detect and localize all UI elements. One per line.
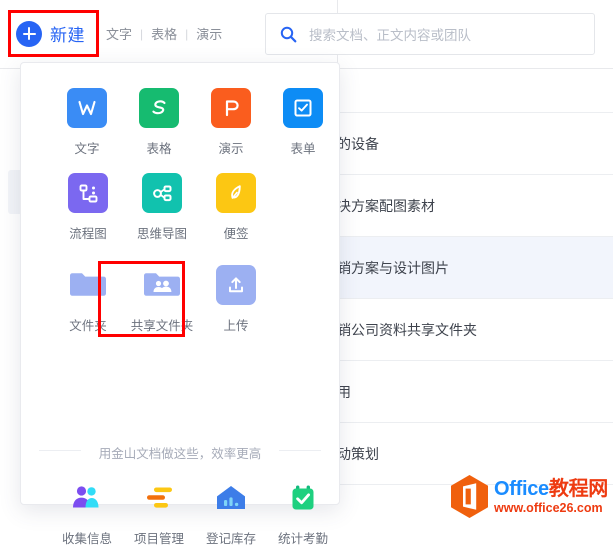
- spreadsheet-icon: [139, 88, 179, 128]
- create-shared-folder-label: 共享文件夹: [131, 315, 194, 334]
- watermark-title-en: Office: [494, 478, 549, 500]
- upload-icon: [216, 265, 256, 305]
- search-icon: [280, 26, 297, 43]
- presentation-icon: [211, 88, 251, 128]
- create-form[interactable]: 表单: [267, 88, 339, 157]
- search-placeholder: 搜索文档、正文内容或团队: [309, 24, 471, 44]
- panel-row-diagrams: 流程图 思维导图 便签: [21, 173, 339, 242]
- watermark-title: Office教程网: [494, 479, 608, 499]
- project-management-icon: [139, 478, 179, 518]
- folder-icon: [68, 265, 108, 305]
- create-folder-label: 文件夹: [69, 315, 107, 334]
- create-mindmap-label: 思维导图: [137, 223, 187, 242]
- new-item-dropdown-panel: 文字 表格 演示: [20, 62, 340, 505]
- create-flowchart-label: 流程图: [69, 223, 107, 242]
- template-inventory[interactable]: 登记库存: [195, 478, 267, 547]
- list-item[interactable]: 的设备: [337, 113, 613, 175]
- create-sticky-note[interactable]: 便签: [199, 173, 273, 242]
- document-list: 的设备 决方案配图素材 销方案与设计图片 销公司资料共享文件夹 用 动策划: [337, 69, 613, 521]
- collect-info-icon: [67, 478, 107, 518]
- template-project-management-label: 项目管理: [134, 528, 184, 547]
- watermark: Office教程网 www.office26.com: [449, 474, 611, 519]
- sticky-note-icon: [216, 173, 256, 213]
- create-folder[interactable]: 文件夹: [51, 265, 125, 334]
- plus-circle-icon: [16, 21, 42, 47]
- template-project-management[interactable]: 项目管理: [123, 478, 195, 547]
- form-icon: [283, 88, 323, 128]
- create-mindmap[interactable]: 思维导图: [125, 173, 199, 242]
- office-logo-icon: [449, 474, 490, 519]
- word-doc-icon: [67, 88, 107, 128]
- inventory-icon: [211, 478, 251, 518]
- list-item-title: 销公司资料共享文件夹: [337, 320, 477, 340]
- create-sticky-note-label: 便签: [223, 223, 248, 242]
- create-presentation[interactable]: 演示: [195, 88, 267, 157]
- template-collect-info[interactable]: 收集信息: [51, 478, 123, 547]
- create-flowchart[interactable]: 流程图: [51, 173, 125, 242]
- panel-row-templates: 收集信息 项目管理 登记库存: [21, 478, 339, 547]
- quick-link-spreadsheet[interactable]: 表格: [149, 24, 179, 43]
- create-text-document[interactable]: 文字: [51, 88, 123, 157]
- watermark-title-cn: 教程网: [549, 478, 608, 500]
- list-item-title: 决方案配图素材: [337, 196, 435, 216]
- upload-file-label: 上传: [223, 315, 248, 334]
- create-spreadsheet[interactable]: 表格: [123, 88, 195, 157]
- new-button-label: 新建: [50, 21, 85, 46]
- list-item-title: 的设备: [337, 134, 379, 154]
- quick-link-separator: |: [140, 27, 143, 41]
- watermark-url: www.office26.com: [494, 502, 608, 515]
- new-button[interactable]: 新建: [14, 16, 93, 51]
- upload-file[interactable]: 上传: [199, 265, 273, 334]
- mindmap-icon: [142, 173, 182, 213]
- panel-row-folders: 文件夹 共享文件夹 上传: [21, 265, 339, 334]
- flowchart-icon: [68, 173, 108, 213]
- quick-link-text-doc[interactable]: 文字: [104, 24, 134, 43]
- list-item-title: 动策划: [337, 444, 379, 464]
- template-attendance[interactable]: 统计考勤: [267, 478, 339, 547]
- create-form-label: 表单: [290, 138, 315, 157]
- list-item-selected[interactable]: 销方案与设计图片: [337, 237, 613, 299]
- list-item[interactable]: 用: [337, 361, 613, 423]
- quick-link-separator: |: [185, 27, 188, 41]
- quick-create-links: 文字 | 表格 | 演示: [104, 24, 224, 43]
- create-spreadsheet-label: 表格: [146, 138, 171, 157]
- template-attendance-label: 统计考勤: [278, 528, 328, 547]
- template-inventory-label: 登记库存: [206, 528, 256, 547]
- list-item[interactable]: 销公司资料共享文件夹: [337, 299, 613, 361]
- list-item-title: 销方案与设计图片: [337, 258, 449, 278]
- panel-caption: 用金山文档做这些，效率更高: [21, 443, 339, 462]
- create-presentation-label: 演示: [218, 138, 243, 157]
- panel-row-documents: 文字 表格 演示: [21, 88, 339, 157]
- search-input[interactable]: 搜索文档、正文内容或团队: [265, 13, 595, 55]
- shared-folder-icon: [142, 265, 182, 305]
- create-shared-folder[interactable]: 共享文件夹: [125, 265, 199, 334]
- watermark-text: Office教程网 www.office26.com: [494, 479, 608, 515]
- attendance-icon: [283, 478, 323, 518]
- document-list-header-row: [337, 69, 613, 113]
- list-item[interactable]: 决方案配图素材: [337, 175, 613, 237]
- create-text-document-label: 文字: [74, 138, 99, 157]
- quick-link-presentation[interactable]: 演示: [194, 24, 224, 43]
- template-collect-info-label: 收集信息: [62, 528, 112, 547]
